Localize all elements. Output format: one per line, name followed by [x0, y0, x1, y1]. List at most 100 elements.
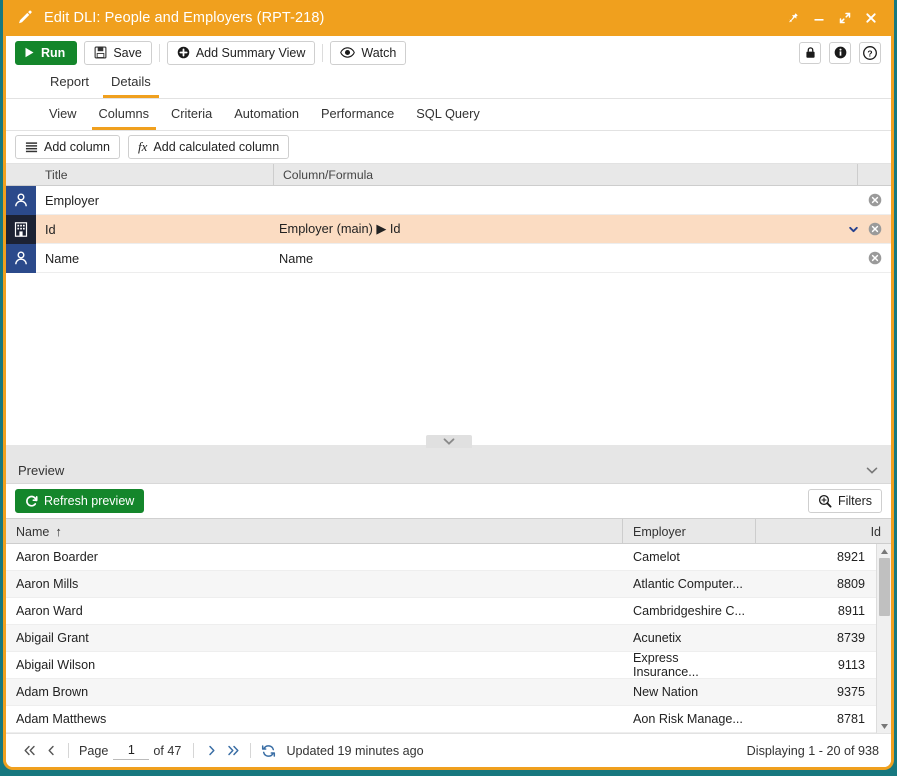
- grid-header-title[interactable]: Title: [36, 163, 274, 186]
- scrollbar-thumb[interactable]: [878, 558, 890, 616]
- remove-column-icon[interactable]: [868, 222, 882, 236]
- list-icon: [25, 142, 38, 153]
- preview-header-id[interactable]: Id: [756, 519, 891, 544]
- svg-text:?: ?: [867, 48, 872, 58]
- tab-view[interactable]: View: [42, 106, 84, 130]
- add-calculated-column-button[interactable]: fx Add calculated column: [128, 135, 290, 159]
- add-summary-view-button[interactable]: Add Summary View: [166, 40, 316, 65]
- pin-icon[interactable]: [781, 6, 805, 30]
- preview-header-employer[interactable]: Employer: [623, 519, 756, 544]
- preview-vertical-scrollbar[interactable]: [876, 544, 891, 733]
- preview-header-name[interactable]: Name ↑: [6, 519, 623, 544]
- last-page-button[interactable]: [222, 740, 244, 762]
- tab-automation[interactable]: Automation: [227, 106, 306, 130]
- desktop-background: Edit DLI: People and Employers (RPT-218): [0, 0, 897, 776]
- remove-column-icon[interactable]: [868, 251, 882, 265]
- add-column-label: Add column: [44, 140, 111, 154]
- chevron-down-icon[interactable]: [865, 463, 879, 478]
- chevron-down-icon[interactable]: [845, 221, 861, 237]
- save-button[interactable]: Save: [84, 40, 152, 65]
- row-controls: [843, 251, 891, 265]
- preview-label: Preview: [18, 462, 65, 478]
- grid-header-icon-col: [6, 164, 36, 186]
- toolbar-right-buttons: ?: [799, 41, 883, 64]
- next-page-button[interactable]: [200, 740, 222, 762]
- window-title: Edit DLI: People and Employers (RPT-218): [44, 10, 325, 26]
- cell-employer: Acunetix: [633, 631, 682, 645]
- columns-grid-header: Title Column/Formula: [6, 163, 891, 186]
- table-row[interactable]: Name Name: [6, 243, 891, 273]
- watch-button-label: Watch: [361, 45, 397, 60]
- fx-icon: fx: [138, 139, 148, 154]
- maximize-icon[interactable]: [833, 6, 857, 30]
- run-button-label: Run: [41, 45, 66, 60]
- close-icon[interactable]: [859, 6, 883, 30]
- cell-id: 8921: [836, 550, 865, 564]
- pencil-icon: [16, 9, 34, 27]
- splitter-collapse-handle[interactable]: [425, 435, 472, 448]
- previous-page-button[interactable]: [40, 740, 62, 762]
- updated-status-text: Updated 19 minutes ago: [286, 743, 424, 758]
- tab-columns[interactable]: Columns: [91, 106, 157, 130]
- table-row[interactable]: Adam Matthews Aon Risk Manage... 8781: [6, 706, 891, 733]
- help-button[interactable]: ?: [859, 41, 881, 64]
- cell-id: 9375: [836, 685, 865, 699]
- add-summary-view-label: Add Summary View: [195, 45, 306, 60]
- table-row[interactable]: Abigail Grant Acunetix 8739: [6, 625, 891, 652]
- page-count-label: of 47: [153, 743, 182, 758]
- preview-section-header[interactable]: Preview: [6, 457, 891, 484]
- window-controls: [781, 6, 883, 30]
- tab-criteria[interactable]: Criteria: [164, 106, 219, 130]
- pagination-footer: Page of 47 Updated 19 minutes ago Displa…: [6, 733, 891, 767]
- refresh-preview-button[interactable]: Refresh preview: [15, 489, 145, 513]
- cell-name: Adam Brown: [16, 685, 89, 699]
- add-calculated-column-label: Add calculated column: [153, 140, 280, 154]
- filters-label: Filters: [837, 494, 872, 508]
- scrollbar-track[interactable]: [877, 558, 892, 719]
- double-chevron-right-icon: [228, 745, 239, 756]
- cell-name: Abigail Grant: [16, 631, 89, 645]
- cell-employer: Atlantic Computer...: [633, 577, 743, 591]
- minimize-icon[interactable]: [807, 6, 831, 30]
- edit-dli-window: Edit DLI: People and Employers (RPT-218): [3, 0, 894, 770]
- row-controls: [843, 221, 891, 237]
- tab-details[interactable]: Details: [103, 74, 159, 98]
- help-icon: ?: [863, 45, 877, 60]
- filters-button[interactable]: Filters: [807, 489, 882, 513]
- tab-report[interactable]: Report: [42, 74, 97, 98]
- table-row[interactable]: Aaron Boarder Camelot 8921: [6, 544, 891, 571]
- preview-header-name-label: Name: [16, 524, 50, 539]
- refresh-data-button[interactable]: [257, 740, 279, 762]
- scroll-down-icon[interactable]: [877, 719, 892, 733]
- table-row[interactable]: Aaron Ward Cambridgeshire C... 8911: [6, 598, 891, 625]
- watch-button[interactable]: Watch: [330, 40, 407, 65]
- grid-header-actions: [858, 164, 891, 186]
- add-column-button[interactable]: Add column: [15, 135, 121, 159]
- panel-splitter[interactable]: [6, 435, 891, 457]
- lock-button[interactable]: [799, 41, 821, 64]
- remove-column-icon[interactable]: [868, 193, 882, 207]
- first-page-button[interactable]: [18, 740, 40, 762]
- table-row[interactable]: Aaron Mills Atlantic Computer... 8809: [6, 571, 891, 598]
- chevron-down-icon: [443, 438, 454, 445]
- main-toolbar: Run Save Add Summary View Watch ?: [6, 36, 891, 69]
- row-controls: [843, 193, 891, 207]
- table-row[interactable]: Abigail Wilson Express Insurance... 9113: [6, 651, 891, 679]
- table-row[interactable]: Id Employer (main) ▶ Id: [6, 214, 891, 244]
- double-chevron-left-icon: [24, 745, 35, 756]
- info-button[interactable]: [829, 41, 851, 64]
- tab-sql-query[interactable]: SQL Query: [409, 106, 487, 130]
- cell-name: Adam Matthews: [16, 712, 107, 726]
- table-row[interactable]: Employer: [6, 185, 891, 215]
- column-title: Name: [45, 250, 80, 266]
- tab-performance[interactable]: Performance: [314, 106, 401, 130]
- grid-header-formula[interactable]: Column/Formula: [274, 163, 858, 186]
- cell-id: 8739: [836, 631, 865, 645]
- page-number-input[interactable]: [113, 741, 150, 760]
- column-title: Id: [45, 221, 56, 237]
- run-button[interactable]: Run: [15, 40, 78, 65]
- cell-name: Aaron Boarder: [16, 550, 98, 564]
- scroll-up-icon[interactable]: [877, 544, 892, 558]
- info-icon: [834, 46, 846, 59]
- table-row[interactable]: Adam Brown New Nation 9375: [6, 679, 891, 706]
